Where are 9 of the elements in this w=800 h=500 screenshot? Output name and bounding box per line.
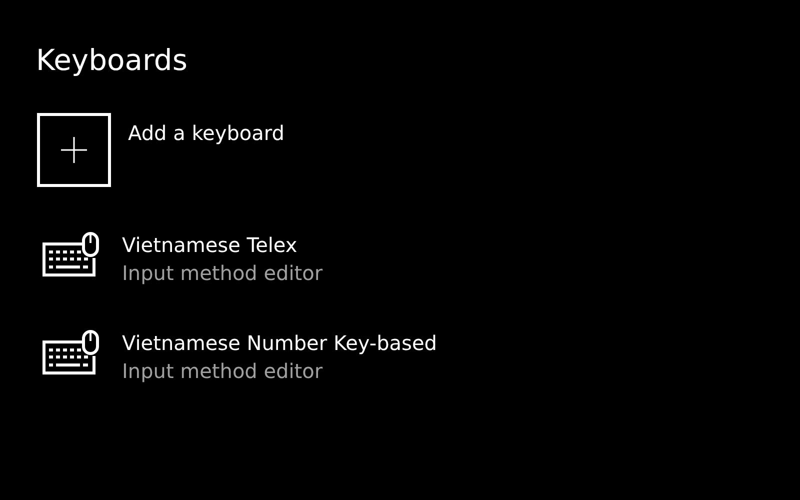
add-keyboard-link[interactable]: Add a keyboard	[128, 121, 284, 145]
section-title: Keyboards	[36, 42, 188, 79]
keyboard-name[interactable]: Vietnamese Telex	[122, 232, 323, 258]
keyboard-mouse-icon	[42, 330, 100, 375]
keyboard-description: Input method editor	[122, 358, 324, 385]
keyboard-name[interactable]: Vietnamese Number Key-based	[122, 330, 437, 356]
keyboard-description: Input method editor	[122, 260, 323, 287]
keyboard-mouse-icon	[42, 232, 100, 277]
add-icon[interactable]	[37, 113, 111, 187]
